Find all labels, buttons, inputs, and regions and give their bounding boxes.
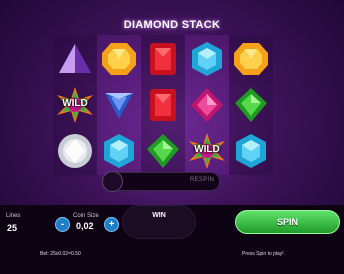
blue-gem-symbol (231, 131, 271, 171)
reels-area: WILD WILD (53, 35, 273, 175)
white-diamond-gem-symbol (55, 131, 95, 171)
reel-column (141, 35, 185, 175)
respin-label: RESPIN (190, 177, 215, 183)
purple-pyramid-gem-symbol (55, 39, 95, 79)
coin-size-increase-button[interactable]: + (104, 217, 119, 232)
reel-column: WILD (53, 35, 97, 175)
coin-size-value: 0,02 (76, 221, 94, 231)
green-gem-symbol (231, 85, 271, 125)
game-title: DIAMOND STACK (123, 19, 221, 31)
green-gem-symbol (143, 131, 183, 171)
wild-label: WILD (194, 144, 220, 155)
spin-hint: Press Spin to play! (242, 251, 284, 257)
reel-column (97, 35, 141, 175)
lines-value: 25 (7, 223, 18, 233)
blue-gem-symbol (187, 39, 227, 79)
red-gem-symbol (143, 39, 183, 79)
blue-gem-symbol (99, 131, 139, 171)
win-label: WIN (152, 212, 166, 219)
wild-symbol-symbol: WILD (187, 131, 227, 171)
blue-triangle-gem-symbol (99, 85, 139, 125)
orange-gem-symbol (99, 39, 139, 79)
lines-label: Lines (6, 213, 21, 219)
spin-button[interactable]: SPIN (235, 210, 340, 234)
orange-gem-symbol (231, 39, 271, 79)
bet-summary: Bet: 25x0.02=0.50 (40, 251, 81, 257)
wild-symbol-symbol: WILD (55, 85, 95, 125)
wild-label: WILD (62, 98, 88, 109)
pink-diamond-gem-symbol (187, 85, 227, 125)
coin-size-label: Coin Size (73, 213, 99, 219)
respin-toggle-knob[interactable] (102, 171, 123, 192)
win-panel: WIN (122, 205, 196, 239)
reel-column (229, 35, 273, 175)
reel-column: WILD (185, 35, 229, 175)
coin-size-decrease-button[interactable]: - (55, 217, 70, 232)
game-screen: DIAMOND STACK WILD WILD RESPIN Lines 25 -… (0, 0, 344, 274)
red-gem-symbol (143, 85, 183, 125)
